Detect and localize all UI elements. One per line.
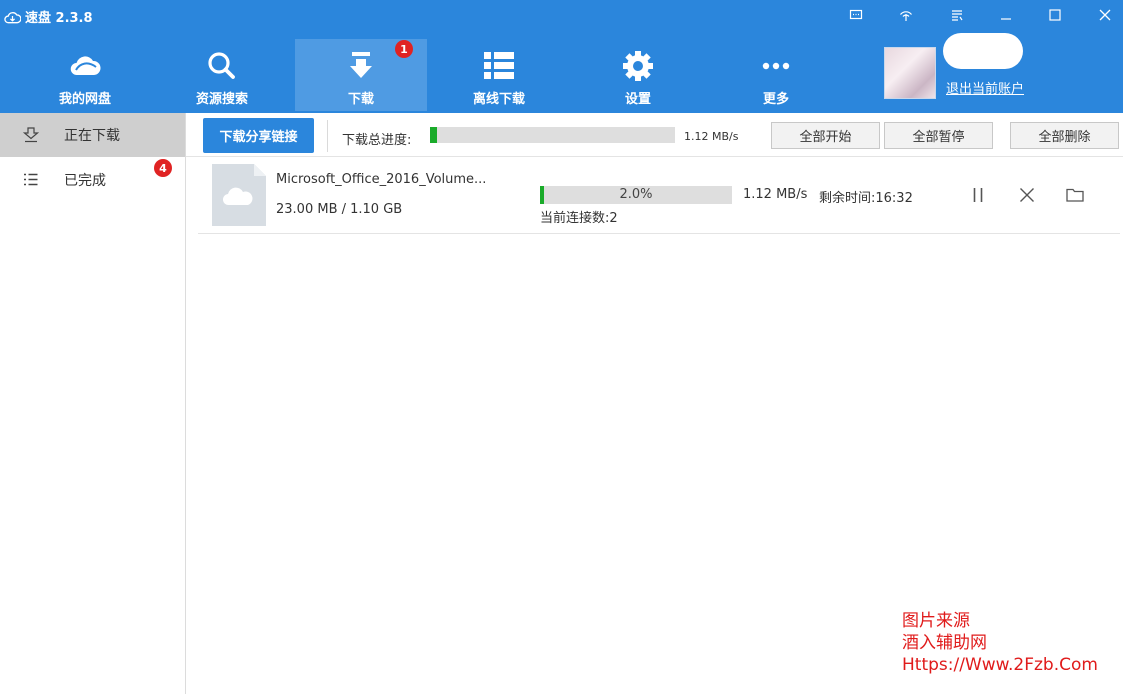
nav-label: 资源搜索: [195, 92, 248, 107]
nav-label: 设置: [624, 92, 651, 107]
download-count-badge: 1: [395, 40, 413, 58]
file-progress-percent: 2.0%: [619, 187, 653, 202]
nav-more[interactable]: 更多: [710, 39, 842, 111]
app-title-text: 速盘 2.3.8: [25, 11, 93, 26]
app-logo-icon: [4, 11, 21, 23]
app-title: 速盘 2.3.8: [4, 7, 93, 26]
file-progress-bar: 2.0%: [540, 186, 732, 204]
watermark-line: 图片来源: [902, 611, 970, 631]
download-share-link-button[interactable]: 下载分享链接: [203, 118, 314, 153]
menu-icon[interactable]: [944, 4, 970, 26]
download-icon: [341, 49, 381, 83]
file-speed: 1.12 MB/s: [743, 187, 808, 202]
nav-search[interactable]: 资源搜索: [156, 39, 288, 111]
maximize-icon[interactable]: [1042, 4, 1068, 26]
sidebar-item-completed[interactable]: 已完成 4: [0, 158, 185, 202]
wifi-icon[interactable]: [893, 4, 919, 26]
total-speed: 1.12 MB/s: [684, 130, 739, 143]
toolbar-divider: [327, 120, 328, 152]
connection-count: 当前连接数:2: [540, 211, 618, 226]
file-name: Microsoft_Office_2016_Volume...: [276, 172, 487, 187]
watermark: 图片来源 酒入辅助网 Https://Www.2Fzb.Com: [902, 610, 1098, 676]
username-field: [943, 33, 1023, 69]
nav-my-cloud[interactable]: 我的网盘: [19, 39, 151, 111]
logout-link[interactable]: 退出当前账户: [946, 78, 1024, 97]
sidebar-item-label: 已完成: [64, 173, 106, 189]
completed-count-badge: 4: [154, 159, 172, 177]
nav-download[interactable]: 下载 1: [295, 39, 427, 111]
list-icon: [24, 173, 38, 186]
time-remaining: 剩余时间:16:32: [819, 191, 913, 206]
nav-settings[interactable]: 设置: [572, 39, 704, 111]
toolbar-divider: [186, 156, 1123, 157]
title-bar: 速盘 2.3.8: [0, 0, 1123, 30]
nav-label: 我的网盘: [58, 92, 111, 107]
app-window: 速盘 2.3.8 我的网盘 资源搜索 下载 1 离线下载 设置 更多 退出当前账…: [0, 0, 1123, 694]
list-icon: [479, 49, 519, 83]
sidebar: 正在下载 已完成 4: [0, 113, 186, 694]
minimize-icon[interactable]: [993, 4, 1019, 26]
total-progress-label: 下载总进度:: [342, 133, 412, 148]
download-row[interactable]: Microsoft_Office_2016_Volume... 23.00 MB…: [198, 158, 1120, 234]
file-size: 23.00 MB / 1.10 GB: [276, 202, 403, 217]
cloud-file-icon: [212, 164, 266, 226]
watermark-url: Https://Www.2Fzb.Com: [902, 655, 1098, 675]
watermark-line: 酒入辅助网: [902, 633, 987, 653]
nav-label: 下载: [347, 92, 374, 107]
more-icon: [756, 49, 796, 83]
close-icon[interactable]: [1016, 184, 1038, 206]
sidebar-item-label: 正在下载: [64, 128, 120, 144]
cloud-icon: [65, 49, 105, 83]
nav-offline-download[interactable]: 离线下载: [433, 39, 565, 111]
total-progress-fill: [430, 127, 438, 143]
close-icon[interactable]: [1092, 4, 1118, 26]
delete-all-button[interactable]: 全部删除: [1010, 122, 1119, 149]
sidebar-item-downloading[interactable]: 正在下载: [0, 113, 185, 157]
pause-all-button[interactable]: 全部暂停: [884, 122, 993, 149]
total-progress-bar: [430, 127, 675, 143]
folder-icon[interactable]: [1064, 184, 1086, 206]
nav-label: 离线下载: [472, 92, 525, 107]
screen-icon[interactable]: [843, 4, 869, 26]
download-tray-icon: [22, 127, 40, 143]
header: 速盘 2.3.8 我的网盘 资源搜索 下载 1 离线下载 设置 更多 退出当前账…: [0, 0, 1123, 113]
avatar[interactable]: [884, 47, 936, 99]
search-icon: [202, 49, 242, 83]
pause-icon[interactable]: [967, 184, 989, 206]
start-all-button[interactable]: 全部开始: [771, 122, 880, 149]
nav-label: 更多: [762, 92, 789, 107]
gear-icon: [618, 49, 658, 83]
